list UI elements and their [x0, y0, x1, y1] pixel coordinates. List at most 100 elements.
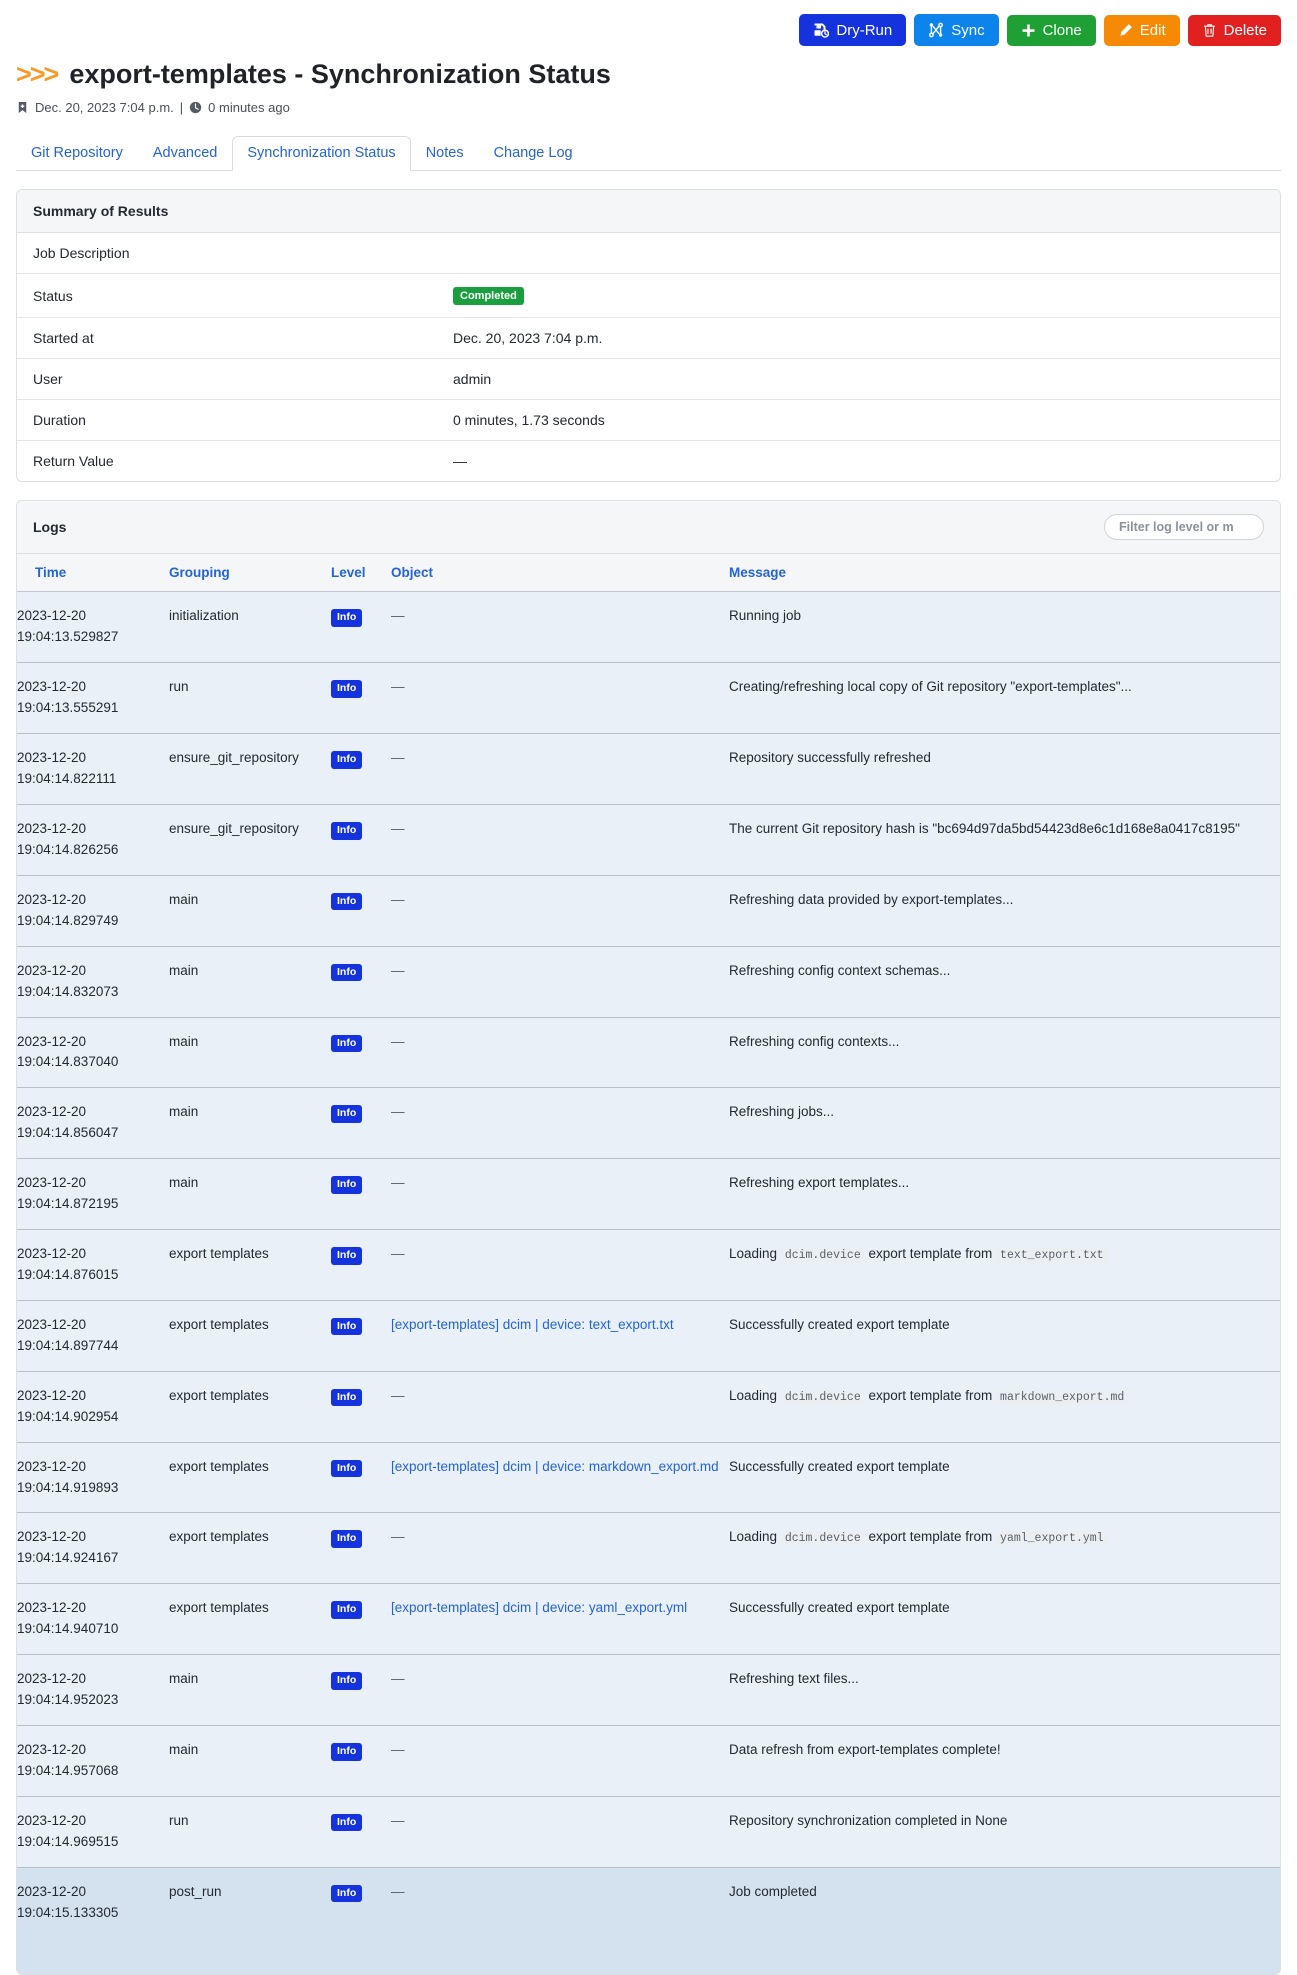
tab-git-repository[interactable]: Git Repository [16, 136, 138, 171]
log-timestamp: 19:04:14.872195 [17, 1196, 119, 1212]
log-level-cell: Info [331, 804, 391, 876]
table-row[interactable]: 2023-12-20 19:04:14.856047 main Info — Refres… [17, 1087, 1280, 1160]
log-date: 2023-12-20 [17, 821, 87, 837]
logs-col-level[interactable]: Level [331, 554, 391, 593]
log-object-link[interactable]: [export-templates] dcim | device: yaml_e… [391, 1600, 687, 1615]
log-object-empty: — [391, 1387, 405, 1403]
table-row[interactable]: 2023-12-20 19:04:14.957068 main Info — Data r… [17, 1725, 1280, 1797]
table-row[interactable]: 2023-12-20 19:04:14.822111 ensure_git_repo… [17, 733, 1280, 806]
tab-bar: Git Repository Advanced Synchronization … [16, 135, 1281, 172]
log-level-badge: Info [331, 1105, 363, 1123]
plus-icon [1021, 23, 1036, 38]
log-grouping-cell: run [169, 662, 331, 735]
log-object-link[interactable]: [export-templates] dcim | device: text_e… [391, 1317, 674, 1332]
table-row[interactable]: 2023-12-20 19:04:13.529827 initialization I… [17, 591, 1280, 664]
log-object-empty: — [391, 1529, 405, 1545]
log-time-cell: 2023-12-20 19:04:14.940710 [17, 1583, 169, 1656]
log-time-cell: 2023-12-20 19:04:14.837040 [17, 1017, 169, 1089]
log-level-badge: Info [331, 892, 363, 911]
log-level-badge: Info [331, 1459, 363, 1478]
log-object-cell: — [391, 1725, 729, 1797]
log-time-cell: 2023-12-20 19:04:14.902954 [17, 1371, 169, 1443]
logs-col-time[interactable]: Time [17, 554, 169, 593]
table-row[interactable]: 2023-12-20 19:04:14.837040 main Info — Refres… [17, 1017, 1280, 1089]
table-row[interactable]: 2023-12-20 19:04:14.897744 export template… [17, 1300, 1280, 1372]
log-object-link[interactable]: [export-templates] dcim | device: markdo… [391, 1459, 719, 1474]
delete-button[interactable]: Delete [1187, 14, 1281, 46]
log-message-code: dcim.device [780, 1531, 865, 1547]
log-object-cell[interactable]: [export-templates] dcim | device: yaml_e… [391, 1583, 729, 1656]
log-timestamp: 19:04:14.876015 [17, 1267, 119, 1282]
log-message-cell: Creating/refreshing local copy of Git re… [729, 662, 1280, 735]
table-row[interactable]: 2023-12-20 19:04:15.133305 post_run Info — Jo… [17, 1867, 1280, 1938]
logs-col-grouping[interactable]: Grouping [169, 554, 331, 593]
table-row[interactable]: 2023-12-20 19:04:14.952023 main Info — Refres… [17, 1654, 1280, 1726]
summary-of-results-card: Summary of Results Job Description Statu… [16, 189, 1281, 483]
log-message-text: Successfully created export template [729, 1316, 950, 1332]
tab-notes[interactable]: Notes [411, 136, 479, 171]
dry-run-button[interactable]: Dry-Run [799, 14, 907, 46]
table-row[interactable]: 2023-12-20 19:04:14.832073 main Info — Refres… [17, 946, 1280, 1018]
log-object-cell[interactable]: [export-templates] dcim | device: text_e… [391, 1300, 729, 1372]
logs-col-message[interactable]: Message [729, 554, 1280, 593]
table-row[interactable]: 2023-12-20 19:04:14.872195 main Info — Refres… [17, 1158, 1280, 1231]
summary-table: Job Description Status Completed Started… [17, 233, 1280, 481]
log-grouping-cell: post_run [169, 1883, 222, 1899]
table-row[interactable]: 2023-12-20 19:04:13.555291 run Info — Creatin… [17, 662, 1280, 735]
table-row[interactable]: 2023-12-20 19:04:14.826256 ensure_git_repo… [17, 804, 1280, 876]
log-message-text: Refreshing config context schemas... [729, 962, 951, 978]
log-time-cell: 2023-12-20 19:04:14.897744 [17, 1300, 169, 1372]
log-level-cell: Info [331, 1300, 391, 1372]
tab-synchronization-status[interactable]: Synchronization Status [232, 136, 411, 172]
clone-button[interactable]: Clone [1006, 14, 1096, 46]
log-time-cell: 2023-12-20 19:04:14.832073 [17, 946, 169, 1018]
table-row[interactable]: 2023-12-20 19:04:14.940710 export template… [17, 1583, 1280, 1656]
table-row[interactable]: 2023-12-20 19:04:14.919893 export template… [17, 1442, 1280, 1514]
log-date: 2023-12-20 [17, 679, 87, 695]
table-row[interactable]: 2023-12-20 19:04:14.829749 main Info — Refres… [17, 875, 1280, 947]
summary-key-started-at: Started at [17, 317, 437, 360]
logs-card: Logs Time Grouping Level Object Message … [16, 500, 1281, 1975]
log-filter-input[interactable] [1104, 514, 1264, 541]
log-object-empty: — [391, 1883, 405, 1899]
log-level-badge: Info [331, 1034, 363, 1053]
logs-col-object[interactable]: Object [391, 554, 729, 593]
log-level-cell: Info [331, 1442, 391, 1514]
table-row[interactable]: 2023-12-20 19:04:14.969515 run Info — Reposit… [17, 1796, 1280, 1868]
log-level-cell: Info [331, 1796, 391, 1868]
log-message-cell: Refreshing config context schemas... [729, 946, 1280, 1018]
table-row[interactable]: 2023-12-20 19:04:14.924167 export template… [17, 1512, 1280, 1585]
log-date: 2023-12-20 [17, 1387, 87, 1403]
summary-key-user: User [17, 358, 437, 401]
log-timestamp: 19:04:13.555291 [17, 700, 119, 716]
log-level-cell: Info [331, 946, 391, 1018]
log-object-cell: — [391, 875, 729, 947]
log-timestamp: 19:04:14.837040 [17, 1054, 119, 1070]
log-message-cell: Running job [729, 591, 1280, 664]
log-message-code: dcim.device [780, 1389, 865, 1405]
table-row[interactable]: 2023-12-20 19:04:14.876015 export template… [17, 1229, 1280, 1301]
log-level-badge: Info [331, 1176, 363, 1194]
log-message-text: Repository synchronization completed in … [729, 1812, 1008, 1828]
log-grouping-cell: main [169, 875, 331, 947]
log-object-empty: — [391, 962, 405, 978]
log-time-cell: 2023-12-20 19:04:14.957068 [17, 1725, 169, 1797]
log-message-text: Refreshing data provided by export-templ… [729, 891, 1014, 907]
log-grouping-cell: initialization [169, 591, 331, 664]
log-message-text: Creating/refreshing local copy of Git re… [729, 679, 1132, 695]
table-row: Return Value — [17, 441, 1280, 481]
log-object-cell: — [391, 662, 729, 735]
relative-time-text: 0 minutes ago [208, 100, 290, 116]
tab-advanced[interactable]: Advanced [138, 136, 233, 171]
log-object-empty: — [391, 1246, 405, 1262]
log-time-cell: 2023-12-20 19:04:14.826256 [17, 804, 169, 876]
table-row: Started at Dec. 20, 2023 7:04 p.m. [17, 317, 1280, 360]
summary-value-return-value: — [453, 453, 467, 470]
edit-button[interactable]: Edit [1103, 14, 1180, 46]
summary-value-status: Completed [437, 273, 1280, 319]
table-row[interactable]: 2023-12-20 19:04:14.902954 export template… [17, 1371, 1280, 1443]
sync-button[interactable]: Sync [914, 14, 999, 46]
log-object-cell[interactable]: [export-templates] dcim | device: markdo… [391, 1442, 729, 1514]
log-grouping-cell: export templates [169, 1371, 331, 1443]
tab-change-log[interactable]: Change Log [479, 136, 588, 171]
